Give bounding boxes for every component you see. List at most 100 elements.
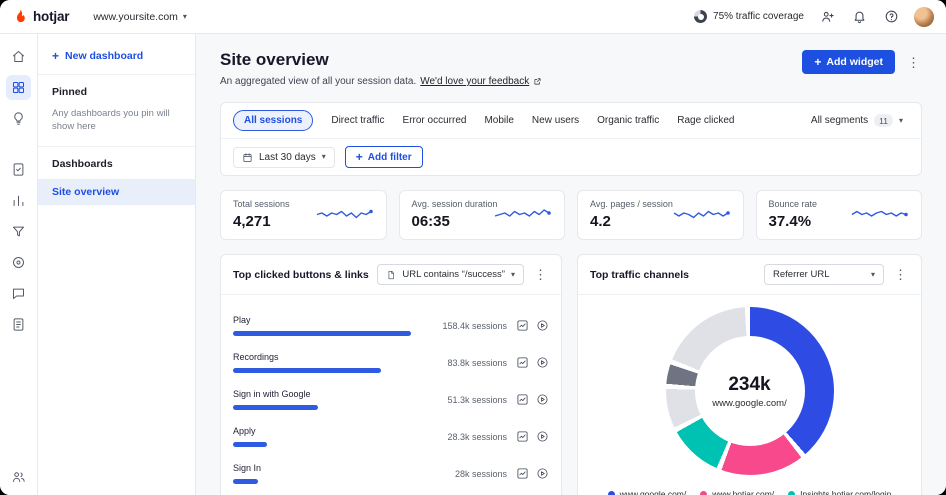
clicked-row-play: Play 158.4k sessions [233,315,549,336]
legend-label: www.hotjar.com/ [712,489,775,495]
url-filter-value: URL contains “/success” [402,269,505,280]
segment-chip-error-occurred[interactable]: Error occurred [403,115,467,126]
legend-label: www.google.com/ [619,489,687,495]
clicked-row-sign-in: Sign In 28k sessions [233,463,549,484]
donut-center-value: 234k [728,373,771,395]
rail-item-interviews[interactable] [6,464,31,489]
clicked-label: Recordings [233,352,279,362]
chevron-down-icon: ▾ [898,115,903,125]
rail-item-ideas[interactable] [6,106,31,131]
clicked-list: Play 158.4k sessions Recordings 83.8k se… [221,295,561,484]
home-icon [13,51,24,62]
rail-item-feedback[interactable] [6,157,31,182]
hotjar-logo: hotjar [12,8,70,25]
add-filter-button[interactable]: + Add filter [344,146,423,168]
segment-chip-rage-clicked[interactable]: Rage clicked [677,115,734,126]
site-selector[interactable]: www.yoursite.com ▾ [93,11,187,23]
widget-kebab-menu[interactable]: ⋮ [532,268,549,281]
chart-legend: www.google.com/ www.hotjar.com/ Insights… [607,489,891,495]
play-icon [537,394,548,405]
sparkline-chart [316,209,373,219]
clicked-label: Play [233,315,251,325]
notifications-button[interactable] [850,8,868,26]
add-filter-label: Add filter [367,151,412,163]
rail-item-surveys[interactable] [6,312,31,337]
clicked-row-recordings: Recordings 83.8k sessions [233,352,549,373]
filters-row: Last 30 days ▾ + Add filter [221,138,921,175]
sessions-count: 158.4k sessions [442,320,507,331]
subtitle-text: An aggregated view of all your session d… [220,76,417,87]
segment-chip-all-sessions[interactable]: All sessions [233,110,314,131]
segment-chip-organic-traffic[interactable]: Organic traffic [597,115,659,126]
trend-chart-icon [517,357,528,368]
segment-chip-direct-traffic[interactable]: Direct traffic [331,115,384,126]
donut-chart: 234k www.google.com/ [665,307,834,475]
topbar-actions: 75% traffic coverage [694,6,934,27]
view-trend-button[interactable] [516,430,529,443]
page-header-text: Site overview An aggregated view of all … [220,50,542,87]
trend-chart-icon [517,431,528,442]
rail-item-recordings[interactable] [6,250,31,275]
traffic-coverage-indicator: 75% traffic coverage [694,10,804,23]
chevron-down-icon: ▾ [321,152,326,161]
external-link-icon [533,77,542,86]
sessions-count: 83.8k sessions [447,357,507,368]
play-recordings-button[interactable] [536,467,549,480]
add-widget-button[interactable]: + Add widget [802,50,895,74]
view-trend-button[interactable] [516,467,529,480]
play-icon [537,468,548,479]
segment-chip-mobile[interactable]: Mobile [484,115,513,126]
widget-title: Top traffic channels [590,268,689,281]
app-window: hotjar www.yoursite.com ▾ 75% traffic co… [0,0,946,495]
clicked-bar [233,368,381,373]
play-recordings-button[interactable] [536,393,549,406]
icon-rail [0,34,38,495]
chevron-down-icon: ▾ [510,269,515,279]
invite-user-button[interactable] [818,8,836,26]
view-trend-button[interactable] [516,356,529,369]
rail-item-dashboards[interactable] [6,75,31,100]
all-segments-label: All segments [810,115,869,126]
topbar: hotjar www.yoursite.com ▾ 75% traffic co… [0,0,946,34]
metric-card-bounce-rate: Bounce rate 37.4% [755,190,922,240]
document-icon [388,270,395,279]
referrer-select[interactable]: Referrer URL ▾ [764,264,884,285]
all-segments-dropdown[interactable]: All segments 11 ▾ [811,114,909,127]
page-kebab-menu[interactable]: ⋮ [905,56,922,69]
bell-icon [854,11,864,24]
new-dashboard-button[interactable]: + New dashboard [38,42,195,74]
grid-icon [13,82,24,93]
view-trend-button[interactable] [516,393,529,406]
rail-item-messages[interactable] [6,281,31,306]
person-add-icon [821,11,834,22]
play-recordings-button[interactable] [536,356,549,369]
rail-item-metrics[interactable] [6,188,31,213]
view-trend-button[interactable] [516,319,529,332]
segment-chip-new-users[interactable]: New users [532,115,579,126]
sidebar: + New dashboard Pinned Any dashboards yo… [38,34,196,495]
widget-header: Top traffic channels Referrer URL ▾ ⋮ [578,255,921,295]
widget-kebab-menu[interactable]: ⋮ [892,268,909,281]
segments-row: All sessions Direct traffic Error occurr… [221,103,921,138]
rail-item-home[interactable] [6,44,31,69]
legend-item-hotjar: www.hotjar.com/ [700,489,774,495]
feedback-link[interactable]: We'd love your feedback [420,76,529,87]
url-filter-select[interactable]: URL contains “/success” ▾ [377,264,524,285]
user-avatar[interactable] [914,6,934,27]
clicked-bar [233,442,268,447]
question-icon [885,10,897,23]
site-selector-value: www.yoursite.com [93,10,178,23]
plus-icon: + [355,150,363,164]
rail-item-funnels[interactable] [6,219,31,244]
help-button[interactable] [882,8,900,26]
legend-dot [700,490,708,495]
bar-chart-icon [13,195,24,206]
sidebar-item-site-overview[interactable]: Site overview [38,178,195,205]
plus-icon: + [52,49,60,63]
play-icon [537,320,548,331]
play-recordings-button[interactable] [536,319,549,332]
trend-chart-icon [517,394,528,405]
trend-chart-icon [517,468,528,479]
play-recordings-button[interactable] [536,430,549,443]
date-range-picker[interactable]: Last 30 days ▾ [233,146,335,168]
